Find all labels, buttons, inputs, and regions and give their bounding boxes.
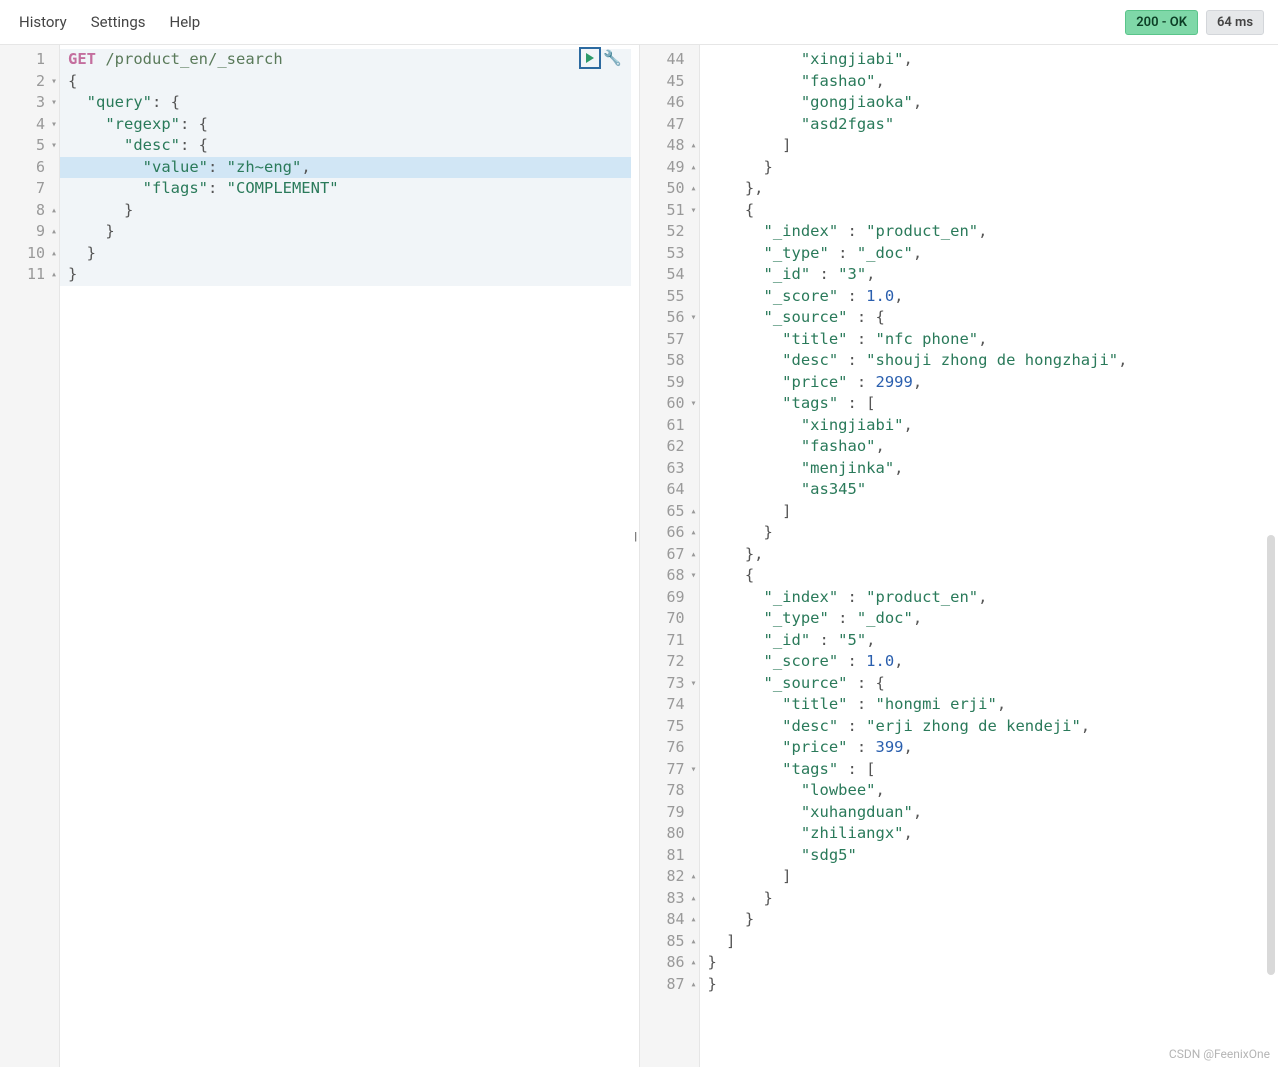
play-icon xyxy=(586,53,594,63)
panes: 12▾3▾4▾5▾678▴9▴10▴11▴ GET /product_en/_s… xyxy=(0,45,1278,1067)
options-button[interactable]: 🔧 xyxy=(603,47,623,69)
request-gutter: 12▾3▾4▾5▾678▴9▴10▴11▴ xyxy=(0,45,60,1067)
wrench-icon: 🔧 xyxy=(603,49,622,67)
menu-help[interactable]: Help xyxy=(170,13,201,31)
menu-history[interactable]: History xyxy=(19,13,67,31)
run-button[interactable] xyxy=(579,47,601,69)
menu-settings[interactable]: Settings xyxy=(91,13,146,31)
response-viewer: "xingjiabi", "fashao", "gongjiaoka", "as… xyxy=(700,45,1278,1067)
status-area: 200 - OK 64 ms xyxy=(1125,10,1264,35)
menu: History Settings Help xyxy=(19,13,200,31)
top-bar: History Settings Help 200 - OK 64 ms xyxy=(0,0,1278,45)
watermark: CSDN @FeenixOne xyxy=(1169,1047,1270,1061)
response-pane[interactable]: 4445464748▴49▴50▴51▾5253545556▾57585960▾… xyxy=(640,45,1278,1067)
request-editor[interactable]: GET /product_en/_search{ "query": { "reg… xyxy=(60,45,639,1067)
time-badge: 64 ms xyxy=(1206,10,1264,35)
response-gutter: 4445464748▴49▴50▴51▾5253545556▾57585960▾… xyxy=(640,45,700,1067)
status-badge: 200 - OK xyxy=(1125,10,1198,35)
action-icons: 🔧 xyxy=(579,47,623,69)
request-pane[interactable]: 12▾3▾4▾5▾678▴9▴10▴11▴ GET /product_en/_s… xyxy=(0,45,639,1067)
response-scrollbar[interactable] xyxy=(1267,535,1275,975)
